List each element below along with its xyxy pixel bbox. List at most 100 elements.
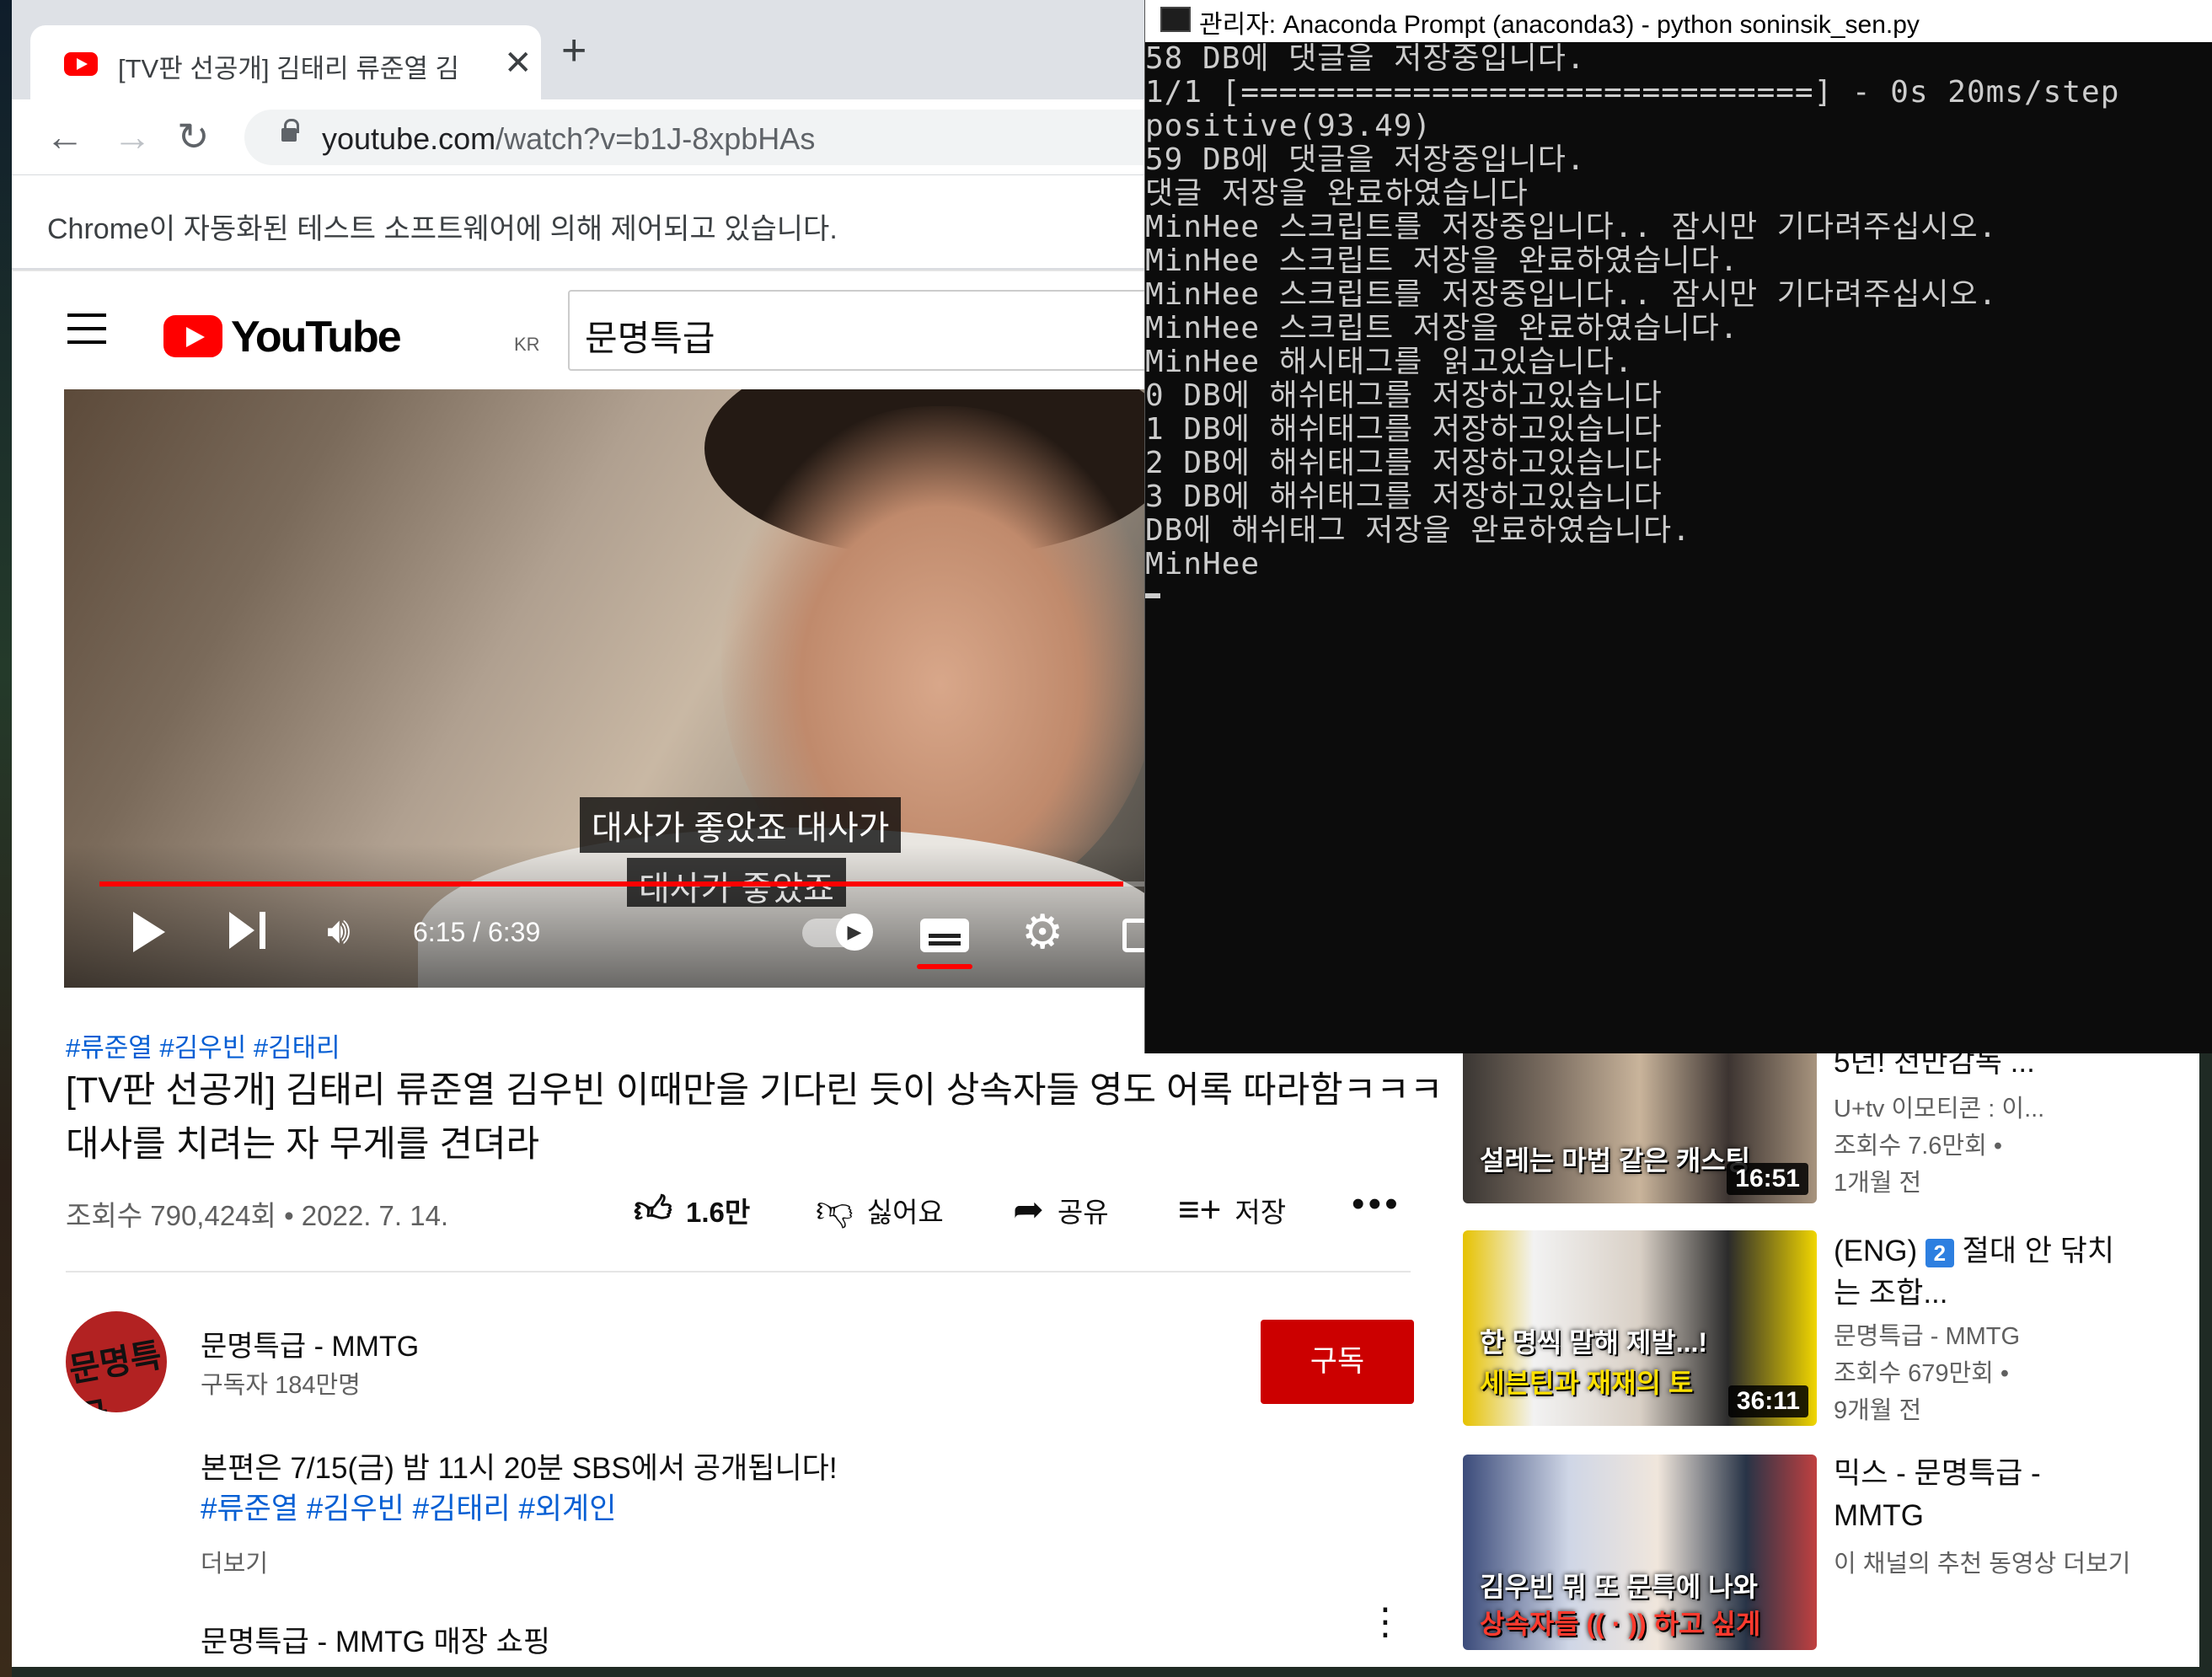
forward-arrow-icon[interactable]: → <box>113 113 152 160</box>
save-label: 저장 <box>1235 1197 1287 1228</box>
terminal-lines: 58 DB에 댓글을 저장중입니다. 1/1 [=================… <box>1145 42 2212 581</box>
recommendation-thumbnail[interactable]: 한 명씩 말해 제발...! 세븐틴과 재재의 토 36:11 <box>1463 1230 1817 1426</box>
youtube-logo[interactable]: YouTube KR <box>163 308 540 362</box>
close-tab-icon[interactable]: ✕ <box>504 44 533 83</box>
terminal-line: positive(93.49) <box>1145 109 1433 143</box>
menu-hamburger-icon[interactable] <box>67 313 106 344</box>
terminal-cursor <box>1145 593 1160 598</box>
thumbnail-caption: 상속자들 (( · )) 하고 싶게 <box>1480 1609 1761 1639</box>
new-tab-plus-icon[interactable]: + <box>561 29 586 72</box>
desktop-background <box>0 0 12 1677</box>
save-button[interactable]: ≡+ 저장 <box>1178 1190 1286 1230</box>
recommendation-age: 1개월 전 <box>1834 1170 1922 1197</box>
more-actions-icon[interactable]: • • • <box>1352 1183 1398 1225</box>
terminal-line: 1 DB에 해쉬태그를 저장하고있습니다 <box>1145 412 1663 447</box>
autoplay-toggle[interactable] <box>802 914 873 951</box>
show-more-link[interactable]: 더보기 <box>201 1544 268 1579</box>
recommendation-title[interactable]: (ENG) 2 절대 안 닦치는 조합... <box>1834 1230 2137 1315</box>
video-duration: 36:11 <box>1727 1385 1808 1417</box>
play-icon[interactable] <box>133 912 165 952</box>
video-duration: 16:51 <box>1727 1163 1808 1195</box>
country-code: KR <box>514 334 540 355</box>
share-button[interactable]: ➦ 공유 <box>1013 1190 1109 1230</box>
thumbnail-caption: 세븐틴과 재재의 토 <box>1480 1368 1694 1398</box>
recommendation-views: 조회수 7.6만회 • <box>1834 1133 2002 1160</box>
merch-shelf-title: 문명특급 - MMTG 매장 쇼핑 <box>201 1626 551 1658</box>
url-path: /watch?v=b1J-8xpbHAs <box>495 121 816 156</box>
youtube-play-logo-icon <box>163 315 222 357</box>
merch-more-vertical-icon[interactable]: ⋮ <box>1367 1604 1404 1641</box>
terminal-line: MinHee 해시태그를 읽고있습니다. <box>1145 345 1634 379</box>
like-button[interactable]: 👍︎ 1.6만 <box>634 1190 750 1230</box>
subtitles-lines-icon <box>929 934 961 946</box>
reload-icon[interactable]: ↻ <box>177 113 210 160</box>
recommendation-channel[interactable]: 문명특급 - MMTG <box>1834 1318 2137 1355</box>
like-count: 1.6만 <box>685 1197 751 1228</box>
url-domain: youtube.com <box>322 121 496 156</box>
number-badge-icon: 2 <box>1925 1238 1954 1267</box>
share-label: 공유 <box>1057 1197 1109 1228</box>
next-video-icon[interactable] <box>229 912 254 949</box>
terminal-line: 댓글 저장을 완료하였습니다 <box>1145 176 1529 211</box>
lock-icon[interactable] <box>281 119 299 142</box>
progress-bar-played <box>99 881 1124 887</box>
video-player[interactable]: 대사가 좋았죠 대사가 대사가 좋았죠 🔊︎ 6:15 / 6:39 ⚙ <box>64 389 1185 988</box>
add-to-playlist-icon: ≡+ <box>1178 1189 1222 1230</box>
terminal-line: MinHee <box>1145 547 1261 581</box>
subtitle-line-1: 대사가 좋았죠 대사가 <box>580 797 902 853</box>
video-title: [TV판 선공개] 김태리 류준열 김우빈 이때만을 기다린 듯이 상속자들 영… <box>66 1070 1443 1165</box>
browser-tab[interactable]: [TV판 선공개] 김태리 류준열 김 ✕ <box>30 25 541 99</box>
thumbs-down-icon: 👎︎ <box>816 1189 854 1230</box>
divider <box>66 1271 1411 1272</box>
description-hashtags[interactable]: #류준열 #김우빈 #김태리 #외계인 <box>201 1485 616 1528</box>
thumbs-up-icon: 👍︎ <box>634 1189 672 1230</box>
terminal-line: MinHee 스크립트 저장을 완료하였습니다. <box>1145 244 1739 278</box>
thumbnail-caption: 김우빈 뭐 또 문특에 나와 <box>1480 1572 1758 1602</box>
terminal-line: DB에 해쉬태그 저장을 완료하였습니다. <box>1145 513 1691 548</box>
terminal-line: 1/1 [==============================] - 0… <box>1145 75 2120 110</box>
tab-title: [TV판 선공개] 김태리 류준열 김 <box>118 54 460 83</box>
progress-bar[interactable] <box>99 881 1185 887</box>
channel-name[interactable]: 문명특급 - MMTG <box>201 1323 419 1364</box>
recommendation-age: 9개월 전 <box>1834 1397 1922 1424</box>
youtube-favicon-icon <box>64 52 98 76</box>
channel-avatar-logo: 문명특급 <box>66 1337 165 1412</box>
dislike-button[interactable]: 👎︎ 싫어요 <box>816 1190 944 1230</box>
view-count-date: 조회수 790,424회 • 2022. 7. 14. <box>66 1200 449 1231</box>
terminal-line: MinHee 스크립트를 저장중입니다.. 잠시만 기다려주십시오. <box>1145 210 1998 244</box>
time-display: 6:15 / 6:39 <box>413 917 541 947</box>
terminal-title: 관리자: Anaconda Prompt (anaconda3) - pytho… <box>1199 11 1920 39</box>
terminal-line: 2 DB에 해쉬태그를 저장하고있습니다 <box>1145 446 1663 480</box>
dislike-label: 싫어요 <box>866 1197 944 1228</box>
recommendation-title-prefix: (ENG) <box>1834 1235 1918 1267</box>
volume-icon[interactable]: 🔊︎ <box>327 910 351 952</box>
anaconda-prompt-window[interactable]: 관리자: Anaconda Prompt (anaconda3) - pytho… <box>1144 0 2212 1053</box>
terminal-line: 0 DB에 해쉬태그를 저장하고있습니다 <box>1145 378 1663 413</box>
terminal-line: 58 DB에 댓글을 저장중입니다. <box>1145 41 1586 76</box>
terminal-line: 3 DB에 해쉬태그를 저장하고있습니다 <box>1145 480 1663 514</box>
mix-title[interactable]: 믹스 - 문명특급 - MMTG <box>1834 1453 2137 1537</box>
video-hashtags[interactable]: #류준열 #김우빈 #김태리 <box>66 1026 340 1064</box>
terminal-output[interactable]: 58 DB에 댓글을 저장중입니다. 1/1 [=================… <box>1145 42 2212 1053</box>
settings-gear-icon[interactable]: ⚙ <box>1021 907 1063 957</box>
share-arrow-icon: ➦ <box>1013 1189 1044 1230</box>
channel-avatar[interactable]: 문명특급 <box>66 1311 167 1412</box>
subscribe-button[interactable]: 구독 <box>1261 1320 1414 1404</box>
terminal-line: MinHee 스크립트 저장을 완료하였습니다. <box>1145 311 1739 346</box>
thumbnail-caption: 한 명씩 말해 제발...! <box>1480 1327 1708 1358</box>
url-text: youtube.com/watch?v=b1J-8xpbHAs <box>322 121 815 157</box>
next-video-bar-icon[interactable] <box>260 912 265 949</box>
console-icon <box>1160 7 1191 32</box>
back-arrow-icon[interactable]: ← <box>46 113 84 160</box>
subscriber-count: 구독자 184만명 <box>201 1372 361 1399</box>
automation-notice-text: Chrome이 자동화된 테스트 소프트웨어에 의해 제어되고 있습니다. <box>47 213 838 245</box>
terminal-line: MinHee 스크립트를 저장중입니다.. 잠시만 기다려주십시오. <box>1145 277 1998 312</box>
terminal-titlebar[interactable]: 관리자: Anaconda Prompt (anaconda3) - pytho… <box>1145 0 2212 42</box>
search-query-text: 문명특급 <box>585 319 715 358</box>
terminal-line: 59 DB에 댓글을 저장중입니다. <box>1145 142 1586 177</box>
mix-description: 이 채널의 추천 동영상 더보기 <box>1834 1551 2131 1578</box>
recommendation-views: 조회수 679만회 • <box>1834 1360 2010 1387</box>
recommendation-channel[interactable]: U+tv 이모티콘 : 이... <box>1834 1090 2137 1128</box>
mix-thumbnail[interactable]: 김우빈 뭐 또 문특에 나와 상속자들 (( · )) 하고 싶게 <box>1463 1455 1817 1650</box>
description-text: 본편은 7/15(금) 밤 11시 20분 SBS에서 공개됩니다! <box>201 1452 838 1485</box>
